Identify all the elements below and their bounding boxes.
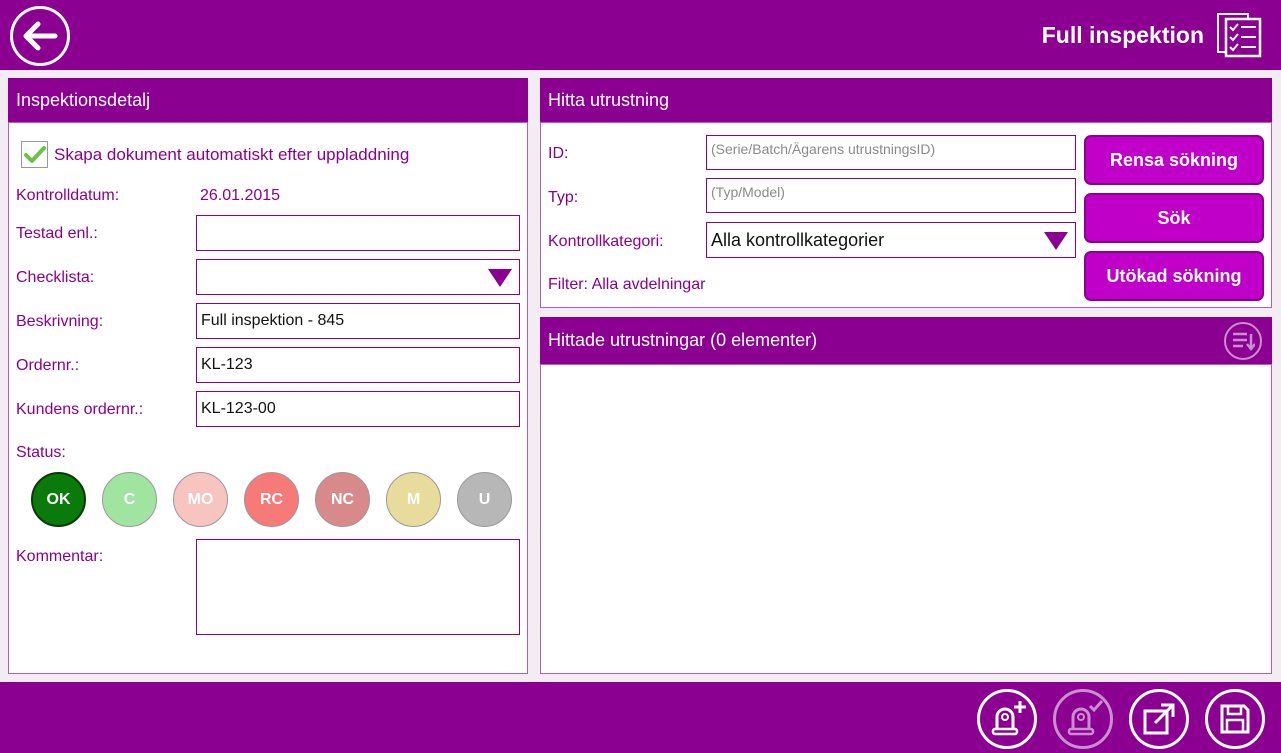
status-ok-button[interactable]: OK bbox=[31, 472, 86, 527]
type-input[interactable]: (Typ/Model) bbox=[706, 178, 1076, 213]
filter-text: Filter: Alla avdelningar bbox=[548, 276, 706, 293]
results-header: Hittade utrustningar (0 elementer) bbox=[540, 317, 1272, 364]
status-u-button[interactable]: U bbox=[457, 472, 512, 527]
status-mo-button[interactable]: MO bbox=[173, 472, 228, 527]
status-c-button[interactable]: C bbox=[102, 472, 157, 527]
status-nc-button[interactable]: NC bbox=[315, 472, 370, 527]
confirm-equipment-button[interactable] bbox=[1053, 689, 1113, 749]
floppy-disk-icon bbox=[1220, 704, 1250, 734]
type-label: Typ: bbox=[548, 189, 579, 206]
advanced-search-button[interactable]: Utökad sökning bbox=[1084, 251, 1264, 301]
back-button[interactable] bbox=[10, 6, 70, 66]
search-button[interactable]: Sök bbox=[1084, 193, 1264, 243]
description-label: Beskrivning: bbox=[16, 313, 104, 330]
shackle-plus-icon bbox=[991, 701, 1026, 736]
control-date-value: 26.01.2015 bbox=[200, 187, 281, 204]
checklist-select[interactable] bbox=[196, 259, 520, 295]
chevron-down-icon bbox=[488, 269, 512, 287]
page-title: Full inspektion bbox=[1041, 22, 1204, 48]
auto-create-checkbox[interactable] bbox=[21, 141, 48, 168]
description-field[interactable]: Full inspektion - 845 bbox=[196, 303, 520, 339]
tested-by-label: Testad enl.: bbox=[16, 225, 98, 242]
checkmark-icon bbox=[23, 145, 46, 163]
auto-create-label: Skapa dokument automatiskt efter uppladd… bbox=[54, 145, 410, 164]
order-no-field[interactable]: KL-123 bbox=[196, 347, 520, 383]
comment-field[interactable] bbox=[196, 539, 520, 635]
category-value: Alla kontrollkategorier bbox=[711, 229, 885, 250]
order-no-label: Ordernr.: bbox=[16, 357, 80, 374]
sort-list-icon bbox=[1233, 332, 1255, 352]
checklist-label: Checklista: bbox=[16, 269, 95, 286]
status-label: Status: bbox=[16, 444, 66, 461]
id-label: ID: bbox=[548, 145, 569, 162]
status-rc-button[interactable]: RC bbox=[244, 472, 299, 527]
category-select[interactable]: Alla kontrollkategorier bbox=[706, 222, 1076, 258]
checklist-document-icon bbox=[1217, 13, 1262, 58]
comment-label: Kommentar: bbox=[16, 548, 104, 565]
save-button[interactable] bbox=[1205, 689, 1265, 749]
chevron-down-icon bbox=[1044, 232, 1068, 250]
external-link-icon bbox=[1143, 703, 1175, 735]
id-input[interactable]: (Serie/Batch/Ägarens utrustningsID) bbox=[706, 135, 1076, 170]
clear-search-button[interactable]: Rensa sökning bbox=[1084, 135, 1264, 185]
export-button[interactable] bbox=[1129, 689, 1189, 749]
sort-button[interactable] bbox=[1224, 322, 1262, 360]
find-equipment-header: Hitta utrustning bbox=[540, 78, 1272, 122]
add-equipment-button[interactable] bbox=[977, 689, 1037, 749]
top-bar: Full inspektion bbox=[0, 0, 1281, 70]
category-label: Kontrollkategori: bbox=[548, 233, 664, 250]
results-list bbox=[540, 364, 1272, 674]
status-m-button[interactable]: M bbox=[386, 472, 441, 527]
inspection-detail-header: Inspektionsdetalj bbox=[8, 78, 528, 122]
tested-by-field[interactable] bbox=[196, 215, 520, 251]
arrow-left-icon bbox=[23, 21, 58, 51]
customer-order-no-label: Kundens ordernr.: bbox=[16, 401, 144, 418]
results-title: Hittade utrustningar (0 elementer) bbox=[548, 330, 818, 350]
control-date-label: Kontrolldatum: bbox=[16, 187, 120, 204]
shackle-check-icon bbox=[1067, 700, 1104, 736]
customer-order-no-field[interactable]: KL-123-00 bbox=[196, 391, 520, 427]
